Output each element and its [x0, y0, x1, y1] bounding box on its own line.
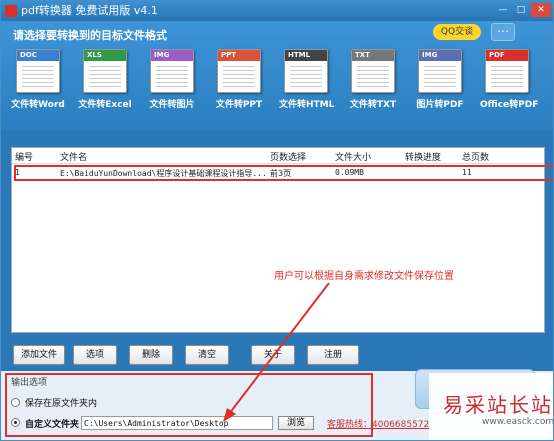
- annotation-arrow: [223, 282, 330, 422]
- app-window: pdf转换器 免费试用版 v4.1 — □ ✕ 请选择要转换到的目标文件格式 Q…: [0, 0, 554, 441]
